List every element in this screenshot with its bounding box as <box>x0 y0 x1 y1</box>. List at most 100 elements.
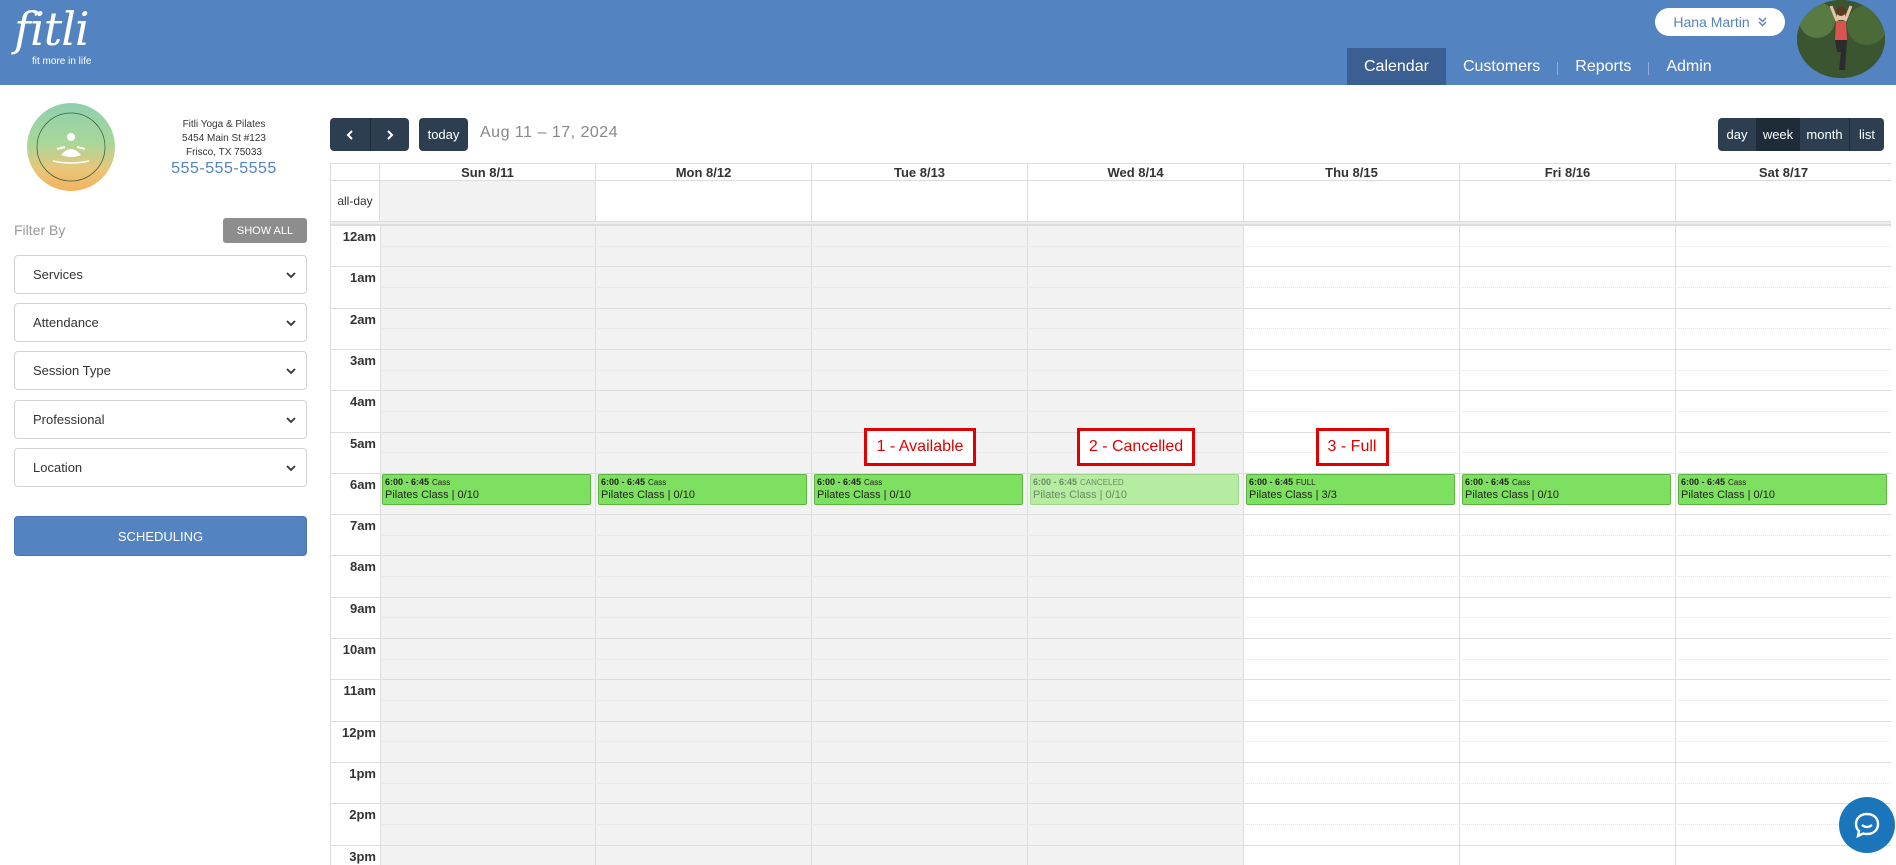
session-type-select[interactable]: Session Type <box>14 351 307 390</box>
all-day-cell[interactable] <box>1460 181 1676 221</box>
user-menu-button[interactable]: Hana Martin <box>1655 8 1785 36</box>
date-range-title: Aug 11 – 17, 2024 <box>480 124 619 141</box>
half-hour-gridline <box>380 782 1891 784</box>
studio-name: Fitli Yoga & Pilates <box>182 119 266 130</box>
attendance-select-value: Attendance <box>33 315 99 330</box>
nav-calendar[interactable]: Calendar <box>1347 48 1446 85</box>
half-hour-gridline <box>380 658 1891 660</box>
user-name: Hana Martin <box>1673 14 1750 30</box>
event-title: Pilates Class | 0/10 <box>1681 488 1775 501</box>
filter-by-label: Filter By <box>14 222 66 238</box>
day-header[interactable]: Sun 8/11 <box>380 164 596 181</box>
professional-select-value: Professional <box>33 412 105 427</box>
professional-select[interactable]: Professional <box>14 400 307 439</box>
half-hour-gridline <box>380 328 1891 330</box>
location-select[interactable]: Location <box>14 448 307 487</box>
hour-gridline <box>331 225 1891 226</box>
nav-customers[interactable]: Customers <box>1446 48 1557 85</box>
event-status: CANCELED <box>1080 477 1124 487</box>
day-column[interactable] <box>1028 225 1244 865</box>
day-column[interactable] <box>1244 225 1460 865</box>
attendance-select[interactable]: Attendance <box>14 303 307 342</box>
next-week-button[interactable] <box>370 118 409 151</box>
event-time: 6:00 - 6:45 Cass <box>1681 476 1884 489</box>
services-select[interactable]: Services <box>14 255 307 294</box>
half-hour-gridline <box>380 410 1891 412</box>
all-day-cell[interactable] <box>1244 181 1460 221</box>
nav-reports[interactable]: Reports <box>1558 48 1648 85</box>
hour-gridline <box>331 307 1891 309</box>
double-chevron-down-icon <box>1758 14 1767 30</box>
nav-admin[interactable]: Admin <box>1649 48 1728 85</box>
half-hour-gridline <box>380 741 1891 743</box>
all-day-label: all-day <box>331 181 380 221</box>
annotation-label: 1 - Available <box>864 427 976 466</box>
time-label: 2pm <box>349 807 376 823</box>
prev-week-button[interactable] <box>330 118 370 151</box>
half-hour-gridline <box>380 823 1891 825</box>
all-day-cell[interactable] <box>812 181 1028 221</box>
fitli-logo[interactable]: fitli fit more in life <box>14 2 91 67</box>
all-day-cell[interactable] <box>1676 181 1891 221</box>
event-status: Cass <box>864 477 883 487</box>
event-title: Pilates Class | 0/10 <box>817 488 911 501</box>
day-column[interactable] <box>1676 225 1891 865</box>
all-day-cell[interactable] <box>380 181 596 221</box>
view-switcher: day week month list <box>1718 118 1884 151</box>
view-day-button[interactable]: day <box>1718 118 1756 151</box>
half-hour-gridline <box>380 245 1891 247</box>
chevron-down-icon <box>286 417 296 424</box>
hour-gridline <box>331 390 1891 392</box>
class-event[interactable]: 6:00 - 6:45 Cass Pilates Class | 0/10 <box>598 473 807 505</box>
hour-gridline <box>331 720 1891 722</box>
event-time-range: 6:00 - 6:45 <box>601 476 646 487</box>
time-label: 2am <box>349 311 376 327</box>
user-avatar[interactable] <box>1797 0 1885 78</box>
half-hour-gridline <box>380 286 1891 288</box>
view-month-button[interactable]: month <box>1799 118 1849 151</box>
logo-tagline: fit more in life <box>32 56 92 67</box>
day-column[interactable] <box>380 225 596 865</box>
day-header[interactable]: Thu 8/15 <box>1244 164 1460 181</box>
class-event[interactable]: 6:00 - 6:45 Cass Pilates Class | 0/10 <box>1678 473 1887 505</box>
scheduling-button[interactable]: SCHEDULING <box>14 516 307 556</box>
day-header[interactable]: Mon 8/12 <box>596 164 812 181</box>
annotation-label: 3 - Full <box>1315 427 1389 466</box>
hour-gridline <box>331 266 1891 268</box>
class-event[interactable]: 6:00 - 6:45 Cass Pilates Class | 0/10 <box>382 473 591 505</box>
studio-logo <box>27 103 115 191</box>
day-header[interactable]: Sat 8/17 <box>1676 164 1891 181</box>
chevron-down-icon <box>286 465 296 472</box>
studio-phone[interactable]: 555-555-5555 <box>160 160 288 178</box>
day-column[interactable] <box>1460 225 1676 865</box>
class-event[interactable]: 6:00 - 6:45 CANCELED Pilates Class | 0/10 <box>1030 473 1239 505</box>
show-all-button[interactable]: SHOW ALL <box>223 218 307 243</box>
event-status: Cass <box>1512 477 1531 487</box>
all-day-cell[interactable] <box>1028 181 1244 221</box>
day-column[interactable] <box>596 225 812 865</box>
main-nav: Calendar Customers Reports Admin <box>1347 48 1729 85</box>
time-label: 10am <box>342 642 376 657</box>
event-time-range: 6:00 - 6:45 <box>1249 476 1294 487</box>
class-event[interactable]: 6:00 - 6:45 Cass Pilates Class | 0/10 <box>814 473 1023 505</box>
chat-support-button[interactable] <box>1839 797 1895 853</box>
event-time-range: 6:00 - 6:45 <box>1465 476 1510 487</box>
view-week-button[interactable]: week <box>1756 118 1799 151</box>
class-event[interactable]: 6:00 - 6:45 Cass Pilates Class | 0/10 <box>1462 473 1671 505</box>
day-column[interactable] <box>812 225 1028 865</box>
class-event[interactable]: 6:00 - 6:45 FULL Pilates Class | 3/3 <box>1246 473 1455 505</box>
location-select-value: Location <box>33 460 83 475</box>
all-day-cell[interactable] <box>596 181 812 221</box>
day-header[interactable]: Fri 8/16 <box>1460 164 1676 181</box>
hour-gridline <box>331 679 1891 681</box>
event-time: 6:00 - 6:45 Cass <box>817 476 1020 489</box>
day-header[interactable]: Wed 8/14 <box>1028 164 1244 181</box>
day-header[interactable]: Tue 8/13 <box>812 164 1028 181</box>
today-button[interactable]: today <box>419 118 468 151</box>
event-title: Pilates Class | 0/10 <box>601 488 695 501</box>
chevron-down-icon <box>286 320 296 327</box>
view-list-button[interactable]: list <box>1849 118 1884 151</box>
chevron-down-icon <box>286 368 296 375</box>
logo-wordmark: fitli <box>14 2 90 56</box>
half-hour-gridline <box>380 576 1891 578</box>
